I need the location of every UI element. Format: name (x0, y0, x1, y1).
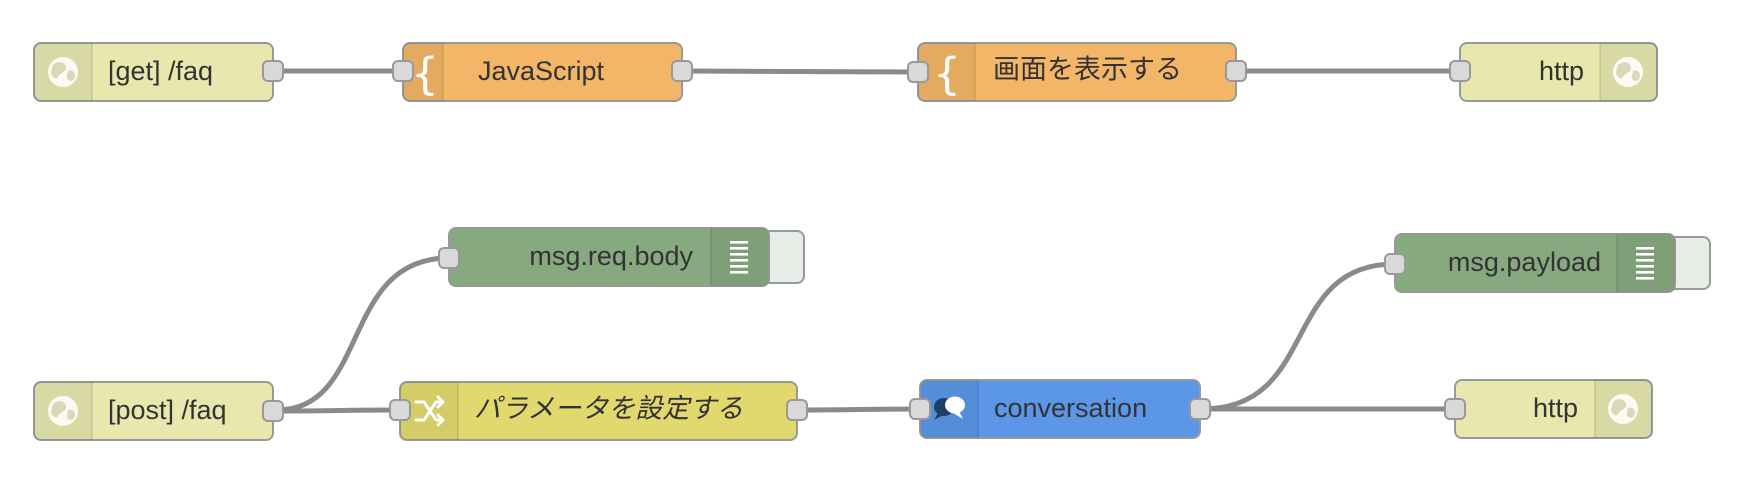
node-label: [get] /faq (108, 56, 213, 86)
node-http-in-post-faq[interactable]: [post] /faq (33, 381, 284, 441)
flow-canvas[interactable]: { (0, 0, 1754, 489)
node-change-set-parameters[interactable]: パラメータを設定する (389, 381, 808, 441)
wire-conversation-to-debug-payload[interactable] (1199, 261, 1398, 412)
node-label: conversation (994, 393, 1147, 423)
node-label: http (1533, 393, 1578, 423)
node-label: msg.payload (1448, 247, 1601, 277)
node-debug-msg-payload[interactable]: msg.payload (1384, 233, 1711, 293)
node-label: msg.req.body (529, 241, 693, 271)
input-port[interactable] (392, 60, 414, 82)
globe-icon (1613, 57, 1643, 87)
input-port[interactable] (1444, 398, 1466, 420)
node-http-response-bottom[interactable]: http (1444, 379, 1653, 439)
output-port[interactable] (262, 400, 284, 422)
node-debug-msg-req-body[interactable]: msg.req.body (438, 227, 805, 287)
input-port[interactable] (389, 399, 411, 421)
output-port[interactable] (1225, 60, 1247, 82)
node-icon-area (1617, 234, 1675, 292)
output-port[interactable] (1189, 398, 1211, 420)
node-label: 画面を表示する (993, 55, 1182, 86)
node-function-javascript[interactable]: JavaScript (392, 42, 693, 102)
input-port[interactable] (907, 61, 929, 83)
node-label: パラメータを設定する (474, 394, 743, 425)
function-brace-icon (411, 48, 439, 100)
output-port[interactable] (671, 60, 693, 82)
wire-post-to-change[interactable] (274, 407, 403, 414)
node-conversation[interactable]: conversation (909, 379, 1211, 439)
wire-change-to-conversation[interactable] (797, 406, 923, 413)
input-port[interactable] (438, 247, 460, 269)
globe-icon (1608, 394, 1638, 424)
function-brace-icon (933, 48, 961, 100)
input-port[interactable] (1384, 253, 1406, 275)
wire-javascript-to-display[interactable] (682, 68, 921, 75)
node-label: http (1539, 56, 1584, 86)
input-port[interactable] (909, 398, 931, 420)
input-port[interactable] (1449, 60, 1471, 82)
output-port[interactable] (262, 60, 284, 82)
node-http-response-top[interactable]: http (1449, 42, 1658, 102)
globe-icon (48, 396, 78, 426)
node-function-display-screen[interactable]: 画面を表示する (907, 42, 1247, 102)
globe-icon (48, 57, 78, 87)
node-label: [post] /faq (108, 395, 227, 425)
node-label: JavaScript (478, 56, 605, 86)
node-http-in-get-faq[interactable]: [get] /faq (33, 42, 284, 102)
node-icon-area (711, 228, 769, 286)
output-port[interactable] (786, 399, 808, 421)
